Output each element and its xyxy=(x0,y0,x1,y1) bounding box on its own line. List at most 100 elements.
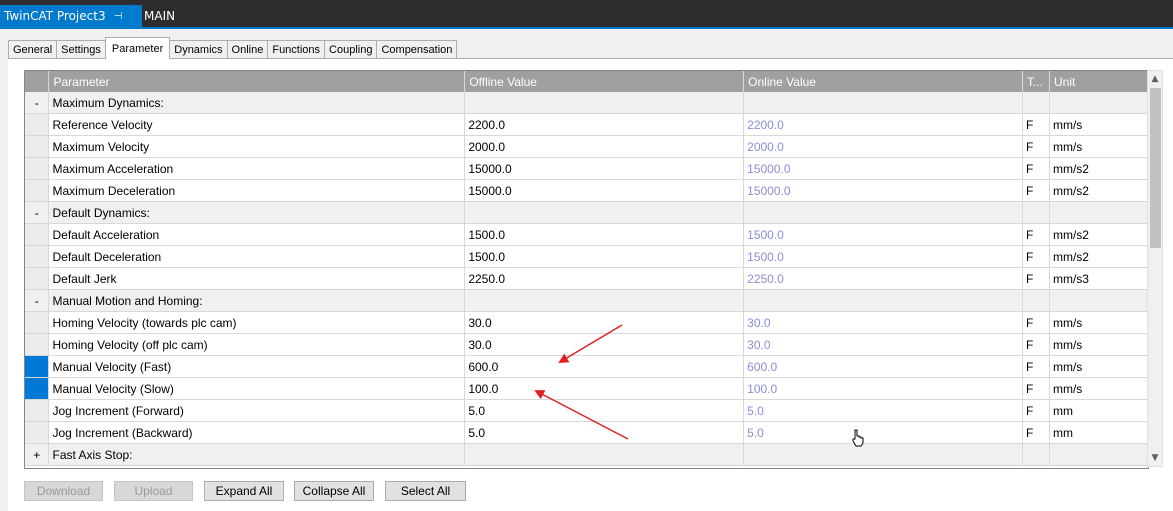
type-cell: F xyxy=(1022,223,1050,246)
expand-all-button[interactable]: Expand All xyxy=(204,481,284,501)
select-all-button[interactable]: Select All xyxy=(385,481,466,501)
type-cell: F xyxy=(1022,245,1050,268)
unit-cell: mm/s xyxy=(1049,135,1148,158)
table-row[interactable]: Maximum Velocity 2000.0 2000.0 Fmm/s xyxy=(25,135,1148,158)
column-header-offline-value[interactable]: Offline Value xyxy=(464,71,745,92)
table-row[interactable]: Manual Velocity (Fast) 600.0 600.0 Fmm/s xyxy=(25,355,1148,378)
offline-value-cell[interactable]: 15000.0 xyxy=(464,179,745,202)
parameter-name-cell: Maximum Acceleration xyxy=(48,157,466,180)
parameter-name-cell: Maximum Deceleration xyxy=(48,179,466,202)
table-row[interactable]: Reference Velocity 2200.0 2200.0 Fmm/s xyxy=(25,113,1148,136)
offline-value-cell[interactable]: 30.0 xyxy=(464,311,745,334)
table-row[interactable]: Homing Velocity (towards plc cam) 30.0 30.… xyxy=(25,311,1148,334)
offline-value-cell[interactable]: 30.0 xyxy=(464,333,745,356)
download-button[interactable]: Download xyxy=(24,481,103,501)
table-row[interactable]: Maximum Acceleration 15000.0 15000.0 Fmm/s2 xyxy=(25,157,1148,180)
table-row[interactable]: Default Deceleration 1500.0 1500.0 Fmm/s2 xyxy=(25,245,1148,268)
chevron-down-icon[interactable]: ▼ xyxy=(1148,450,1162,466)
expand-column-header[interactable] xyxy=(25,71,50,92)
parameter-name-cell: Homing Velocity (towards plc cam) xyxy=(48,311,466,334)
group-row[interactable]: + Fast Axis Stop: xyxy=(25,443,1148,466)
tab-settings[interactable]: Settings xyxy=(56,40,106,59)
offline-value-cell[interactable]: 100.0 xyxy=(464,377,745,400)
tab-label: Settings xyxy=(61,44,101,56)
unit-cell: mm/s2 xyxy=(1049,245,1148,268)
type-cell: F xyxy=(1022,179,1050,202)
group-row[interactable]: - Manual Motion and Homing: xyxy=(25,289,1148,312)
group-row[interactable]: - Default Dynamics: xyxy=(25,201,1148,224)
column-header-online-value[interactable]: Online Value xyxy=(743,71,1023,92)
parameter-name-cell: Manual Velocity (Fast) xyxy=(48,355,466,378)
tab-general[interactable]: General xyxy=(8,40,58,59)
document-tab-title: TwinCAT Project3 xyxy=(4,9,106,23)
expand-toggle xyxy=(25,333,50,356)
column-header-type[interactable]: T... xyxy=(1022,71,1050,92)
pin-icon[interactable]: ⊣ xyxy=(114,11,123,22)
expand-toggle[interactable]: - xyxy=(25,289,50,312)
expand-toggle xyxy=(25,267,50,290)
tab-compensation[interactable]: Compensation xyxy=(376,40,458,59)
parameter-name-cell: Default Acceleration xyxy=(48,223,466,246)
document-tab-main[interactable]: MAIN xyxy=(144,5,175,27)
table-row[interactable]: Maximum Deceleration 15000.0 15000.0 Fmm/s2 xyxy=(25,179,1148,202)
upload-button[interactable]: Upload xyxy=(114,481,193,501)
tab-label: Coupling xyxy=(329,44,373,56)
offline-value-cell[interactable]: 5.0 xyxy=(464,421,745,444)
type-cell: F xyxy=(1022,399,1050,422)
document-tab-twincat-project[interactable]: TwinCAT Project3 ⊣ xyxy=(0,5,142,27)
expand-toggle[interactable]: - xyxy=(25,92,50,114)
vertical-scrollbar[interactable]: ▲ ▼ xyxy=(1147,70,1163,467)
offline-value-cell xyxy=(464,443,745,466)
tab-online[interactable]: Online xyxy=(226,40,269,59)
scrollbar-thumb[interactable] xyxy=(1150,88,1161,248)
online-value-cell: 5.0 xyxy=(743,399,1023,422)
parameter-name-cell: Fast Axis Stop: xyxy=(48,443,466,466)
table-row[interactable]: Default Acceleration 1500.0 1500.0 Fmm/s2 xyxy=(25,223,1148,246)
expand-toggle xyxy=(25,399,50,422)
online-value-cell: 15000.0 xyxy=(743,179,1023,202)
column-header-unit[interactable]: Unit xyxy=(1049,71,1148,92)
unit-cell: mm/s2 xyxy=(1049,179,1148,202)
property-tabs: General Settings Parameter Dynamics Onli… xyxy=(8,37,458,59)
offline-value-cell[interactable]: 5.0 xyxy=(464,399,745,422)
offline-value-cell[interactable]: 2000.0 xyxy=(464,135,745,158)
type-cell xyxy=(1022,443,1050,466)
offline-value-cell[interactable]: 15000.0 xyxy=(464,157,745,180)
tab-label: Functions xyxy=(272,44,321,56)
table-row[interactable]: Manual Velocity (Slow) 100.0 100.0 Fmm/s xyxy=(25,377,1148,400)
tab-label: Parameter xyxy=(111,42,164,55)
table-row[interactable]: Homing Velocity (off plc cam) 30.0 30.0 Fmm… xyxy=(25,333,1148,356)
expand-toggle[interactable]: - xyxy=(25,201,50,224)
expand-toggle xyxy=(25,355,50,378)
parameter-name-cell: Manual Velocity (Slow) xyxy=(48,377,466,400)
offline-value-cell[interactable]: 1500.0 xyxy=(464,245,745,268)
expand-toggle xyxy=(25,377,50,400)
online-value-cell: 2250.0 xyxy=(743,267,1023,290)
tab-functions[interactable]: Functions xyxy=(267,40,326,59)
offline-value-cell[interactable]: 1500.0 xyxy=(464,223,745,246)
offline-value-cell[interactable]: 2200.0 xyxy=(464,113,745,136)
table-row[interactable]: Default Jerk 2250.0 2250.0 Fmm/s3 xyxy=(25,267,1148,290)
offline-value-cell[interactable]: 600.0 xyxy=(464,355,745,378)
online-value-cell: 1500.0 xyxy=(743,245,1023,268)
table-row[interactable]: Jog Increment (Forward) 5.0 5.0 Fmm xyxy=(25,399,1148,422)
type-cell: F xyxy=(1022,421,1050,444)
tab-label: Compensation xyxy=(381,44,453,56)
expand-toggle[interactable]: + xyxy=(25,443,50,466)
grid-body: - Maximum Dynamics: Reference Velocity 2200… xyxy=(25,92,1148,466)
expand-toggle xyxy=(25,135,50,158)
chevron-up-icon[interactable]: ▲ xyxy=(1148,71,1162,87)
tab-parameter[interactable]: Parameter xyxy=(104,37,171,59)
group-row[interactable]: - Maximum Dynamics: xyxy=(25,92,1148,114)
tab-coupling[interactable]: Coupling xyxy=(324,40,378,59)
column-header-parameter[interactable]: Parameter xyxy=(48,71,466,92)
expand-toggle xyxy=(25,421,50,444)
table-row[interactable]: Jog Increment (Backward) 5.0 5.0 Fmm xyxy=(25,421,1148,444)
online-value-cell: 30.0 xyxy=(743,311,1023,334)
type-cell: F xyxy=(1022,355,1050,378)
tab-dynamics[interactable]: Dynamics xyxy=(169,40,228,59)
expand-toggle xyxy=(25,179,50,202)
offline-value-cell[interactable]: 2250.0 xyxy=(464,267,745,290)
expand-toggle xyxy=(25,245,50,268)
collapse-all-button[interactable]: Collapse All xyxy=(294,481,374,501)
